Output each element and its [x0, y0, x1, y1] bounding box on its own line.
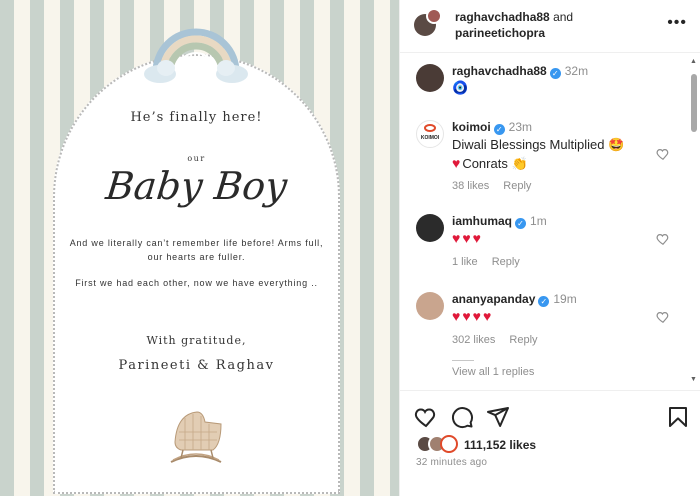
verified-badge-icon: ✓ [549, 68, 561, 79]
commenter-avatar[interactable] [416, 292, 444, 320]
rainbow-illustration [144, 28, 248, 83]
commenter-avatar[interactable] [416, 214, 444, 242]
post-actions: 111,152 likes 32 minutes ago [400, 390, 700, 496]
comment-text-line2: ♥ Conrats 👏 [452, 155, 528, 171]
comment-header: koimoi ✓ 23m [452, 120, 532, 135]
comment-hearts: ♥ ♥ ♥ ♥ [452, 308, 493, 324]
post-image[interactable]: He’s finally here! our Baby Boy And we l… [0, 0, 399, 496]
like-comment-icon[interactable] [656, 310, 670, 324]
card-title: Baby Boy [103, 164, 290, 208]
paper-plane-icon[interactable] [486, 405, 510, 429]
card-message-1: And we literally can’t remember life bef… [69, 238, 324, 262]
comment-time[interactable]: 1m [530, 214, 547, 228]
comment-likes[interactable]: 38 likes [452, 180, 489, 192]
like-comment-icon[interactable] [656, 147, 670, 161]
koimoi-logo-text: KOIMOI [420, 135, 440, 141]
verified-badge-icon: ✓ [515, 218, 527, 229]
instagram-post-view: He’s finally here! our Baby Boy And we l… [0, 0, 700, 496]
card-gratitude: With gratitude, [146, 334, 247, 347]
comment-likes[interactable]: 302 likes [452, 334, 495, 346]
card-heading: He’s finally here! [130, 110, 263, 125]
card-signature: Parineeti & Raghav [118, 358, 275, 373]
reply-button[interactable]: Reply [492, 256, 520, 268]
scroll-down-icon[interactable]: ▼ [690, 376, 697, 383]
card-our-text: our [187, 154, 206, 163]
comment-username[interactable]: raghavchadha88 [452, 64, 547, 78]
comment-time[interactable]: 19m [553, 292, 576, 306]
more-horizontal-icon[interactable]: ••• [667, 14, 687, 32]
commenter-avatar[interactable] [416, 64, 444, 92]
commenter-avatar[interactable]: KOIMOI [416, 120, 444, 148]
red-heart-icon: ♥ [472, 308, 481, 324]
comments-panel: raghavchadha88 and parineetichopra ••• r… [399, 0, 700, 496]
author-username[interactable]: raghavchadha88 [455, 10, 550, 24]
bookmark-icon[interactable] [666, 405, 690, 429]
likes-count[interactable]: 111,152 likes [464, 438, 536, 452]
red-heart-icon: ♥ [452, 155, 461, 171]
comment-meta: 1 like Reply [452, 256, 534, 268]
verified-badge-icon: ✓ [493, 124, 505, 135]
red-heart-icon: ♥ [452, 230, 461, 246]
comment-header: raghavchadha88 ✓ 32m [452, 64, 588, 79]
comment-username[interactable]: ananyapanday [452, 292, 535, 306]
heart-outline-icon[interactable] [414, 405, 438, 429]
collaborator-username[interactable]: parineetichopra [455, 26, 545, 40]
comment-hearts: ♥ ♥ ♥ [452, 230, 483, 246]
scroll-up-icon[interactable]: ▲ [690, 58, 697, 65]
post-timestamp[interactable]: 32 minutes ago [416, 457, 487, 468]
verified-badge-icon: ✓ [538, 296, 550, 307]
collaborator-avatar[interactable] [426, 8, 442, 24]
red-heart-icon: ♥ [462, 230, 471, 246]
like-comment-icon[interactable] [656, 232, 670, 246]
reply-button[interactable]: Reply [509, 334, 537, 346]
reply-button[interactable]: Reply [503, 180, 531, 192]
replies-divider [452, 360, 474, 361]
comments-list[interactable]: raghavchadha88 ✓ 32m 🧿 KOIMOI koimoi ✓ 23m D… [400, 54, 700, 390]
header-usernames: raghavchadha88 and parineetichopra [455, 9, 573, 41]
red-heart-icon: ♥ [452, 308, 461, 324]
red-heart-icon: ♥ [472, 230, 481, 246]
comment-time[interactable]: 32m [565, 64, 588, 78]
comment-likes[interactable]: 1 like [452, 256, 478, 268]
red-heart-icon: ♥ [482, 308, 492, 324]
comment-header: ananyapanday ✓ 19m [452, 292, 577, 307]
comment-username[interactable]: iamhumaq [452, 214, 512, 228]
comment-username[interactable]: koimoi [452, 120, 491, 134]
comment-meta: 38 likes Reply [452, 180, 545, 192]
red-heart-icon: ♥ [462, 308, 471, 324]
comment-time[interactable]: 23m [509, 120, 532, 134]
comment-icon[interactable] [450, 405, 474, 429]
comment-header: iamhumaq ✓ 1m [452, 214, 547, 229]
comment-text: 🧿 [452, 80, 469, 95]
view-replies-button[interactable]: View all 1 replies [452, 360, 534, 378]
liker-avatar [440, 435, 458, 453]
comment-text-line1: Diwali Blessings Multiplied 🤩 [452, 137, 625, 152]
header-and: and [553, 10, 574, 24]
card-message-2: First we had each other, now we have eve… [75, 278, 318, 288]
post-header: raghavchadha88 and parineetichopra ••• [400, 0, 700, 53]
scroll-thumb[interactable] [691, 74, 697, 132]
comment-meta: 302 likes Reply [452, 334, 552, 346]
comments-scrollbar[interactable]: ▲ ▼ [690, 58, 698, 388]
cradle-illustration [170, 411, 222, 463]
